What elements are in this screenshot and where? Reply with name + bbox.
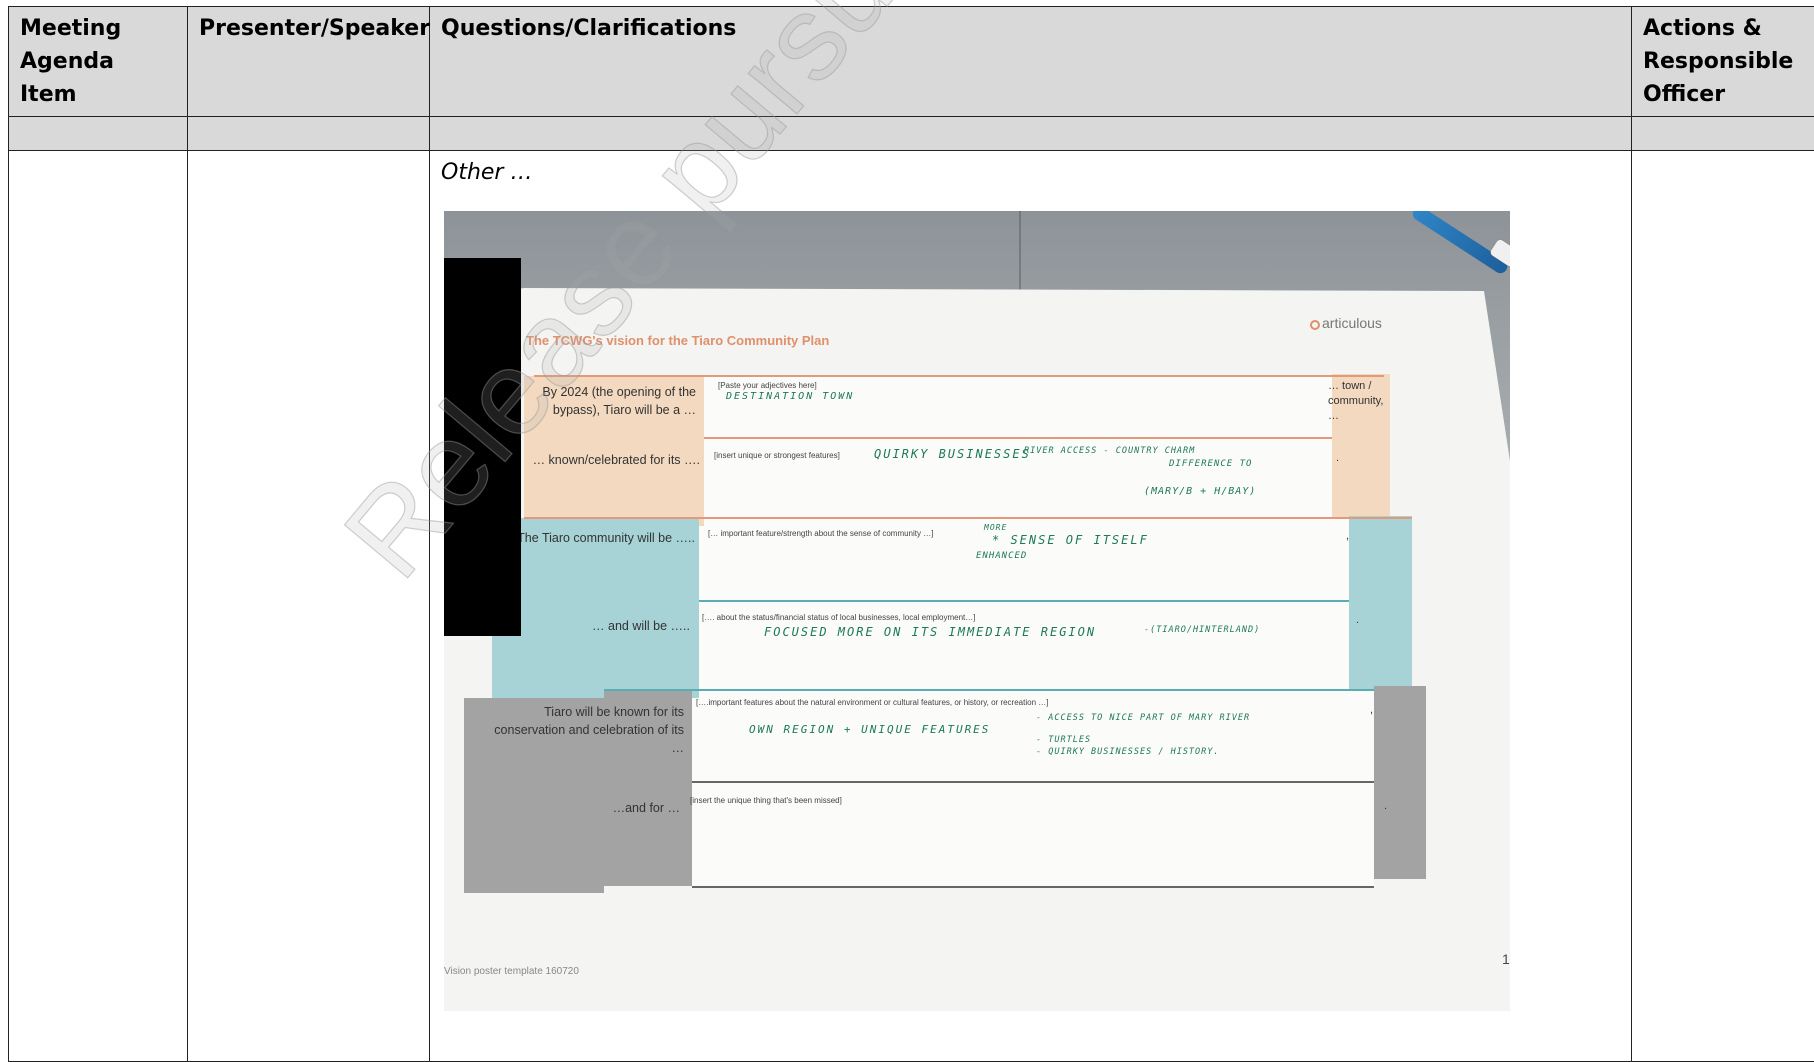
spacer-cell xyxy=(1632,117,1814,151)
actions-cell xyxy=(1632,151,1814,1062)
handwriting-note: * SENSE OF ITSELF xyxy=(992,533,1149,547)
header-row: Meeting Agenda Item Presenter/Speaker Qu… xyxy=(9,7,1814,117)
poster-row-suffix: . xyxy=(1356,613,1359,628)
handwriting-note: FOCUSED MORE ON ITS IMMEDIATE REGION xyxy=(764,625,1096,639)
poster-row-suffix: … town / community, … xyxy=(1328,379,1390,424)
poster-footer-note: Vision poster template 160720 xyxy=(444,966,579,977)
poster-cell-grey xyxy=(692,691,1374,886)
divider-line xyxy=(524,517,1412,519)
spacer-cell xyxy=(188,117,430,151)
handwriting-note: -(TIARO/HINTERLAND) xyxy=(1144,625,1260,635)
handwriting-note: - QUIRKY BUSINESSES / HISTORY. xyxy=(1036,747,1220,757)
handwriting-note: QUIRKY BUSINESSES xyxy=(874,447,1031,461)
divider-line xyxy=(692,886,1374,888)
poster-row-label: Tiaro will be known for its conservation… xyxy=(484,703,684,757)
poster-hint: [insert the unique thing that's been mis… xyxy=(690,796,842,805)
brand-logo: articulous xyxy=(1310,315,1382,331)
poster-page-number: 1 xyxy=(1502,951,1510,967)
handwriting-note: RIVER ACCESS - COUNTRY CHARM xyxy=(1024,446,1195,456)
poster-row-suffix: , xyxy=(1346,529,1349,544)
poster-hint: […. about the status/financial status of… xyxy=(702,613,975,622)
handwriting-note: - ACCESS TO NICE PART OF MARY RIVER xyxy=(1036,713,1250,723)
handwriting-note: ENHANCED xyxy=(976,551,1027,561)
handwriting-note: MORE xyxy=(984,523,1007,532)
header-actions: Actions & Responsible Officer xyxy=(1632,7,1814,117)
band-grey-right xyxy=(1374,686,1426,879)
vision-poster-photo: The TCWG's vision for the Tiaro Communit… xyxy=(444,211,1510,1011)
poster-row-label: … and will be ….. xyxy=(504,617,690,635)
brand-name: articulous xyxy=(1322,315,1382,331)
poster-row-label: …and for … xyxy=(484,799,680,817)
spacer-cell xyxy=(430,117,1632,151)
handwriting-note: OWN REGION + UNIQUE FEATURES xyxy=(749,723,990,736)
header-presenter: Presenter/Speaker xyxy=(188,7,430,117)
poster-title: The TCWG's vision for the Tiaro Communit… xyxy=(526,333,829,348)
brand-circle-icon xyxy=(1310,320,1320,330)
divider-line xyxy=(699,600,1349,602)
poster-hint: [Paste your adjectives here] xyxy=(718,381,817,390)
presenter-cell xyxy=(188,151,430,1062)
redaction-block xyxy=(444,258,521,636)
divider-line xyxy=(704,437,1332,439)
handwriting-note: DIFFERENCE TO xyxy=(1169,459,1252,469)
divider-line xyxy=(534,375,1384,377)
poster-row-label: … known/celebrated for its …. xyxy=(524,451,700,469)
header-questions: Questions/Clarifications xyxy=(430,7,1632,117)
poster-row-suffix: . xyxy=(1384,799,1387,814)
divider-line xyxy=(604,689,1374,691)
poster-hint: [insert unique or strongest features] xyxy=(714,451,840,460)
agenda-cell xyxy=(9,151,188,1062)
divider-line xyxy=(692,781,1374,783)
poster-hint: [….important features about the natural … xyxy=(696,698,1048,707)
table-edge xyxy=(1019,211,1021,291)
spacer-row xyxy=(9,117,1814,151)
poster-row-label: The Tiaro community will be ….. xyxy=(509,529,695,547)
other-label: Other … xyxy=(441,158,1620,188)
band-teal-right xyxy=(1349,516,1412,696)
header-agenda-item: Meeting Agenda Item xyxy=(9,7,188,117)
poster-row-suffix: . xyxy=(1336,451,1339,466)
handwriting-note: - TURTLES xyxy=(1036,735,1091,745)
handwriting-note: DESTINATION TOWN xyxy=(726,391,854,402)
spacer-cell xyxy=(9,117,188,151)
poster-row-label: By 2024 (the opening of the bypass), Tia… xyxy=(524,383,696,419)
handwriting-note: (MARY/B + H/BAY) xyxy=(1144,486,1256,497)
poster-row-suffix: , xyxy=(1370,703,1373,718)
poster-hint: [… important feature/strength about the … xyxy=(708,529,933,538)
